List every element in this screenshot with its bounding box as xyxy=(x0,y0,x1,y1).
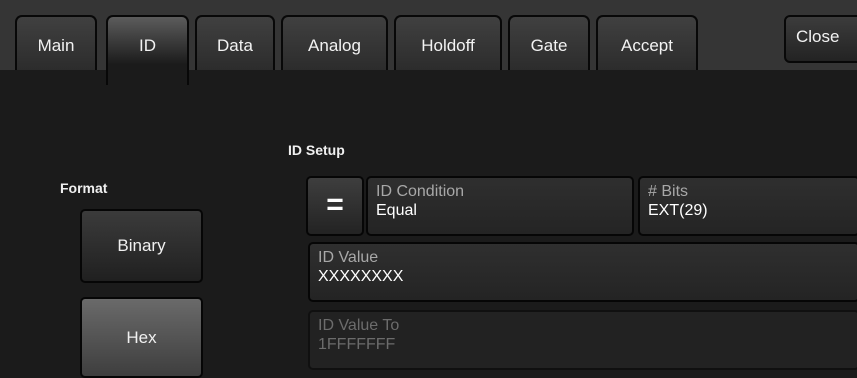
id-condition-field[interactable]: ID Condition Equal xyxy=(366,176,634,236)
id-setup-label: ID Setup xyxy=(288,142,345,158)
bits-value: EXT(29) xyxy=(648,202,708,219)
binary-button[interactable]: Binary xyxy=(80,209,203,283)
equals-operator-button[interactable]: = xyxy=(306,176,364,236)
hex-button[interactable]: Hex xyxy=(80,297,203,378)
id-value-to-text: 1FFFFFFF xyxy=(318,336,396,353)
close-button[interactable]: Close xyxy=(784,15,857,63)
id-condition-value: Equal xyxy=(376,202,417,219)
tab-accept[interactable]: Accept xyxy=(596,15,698,73)
id-value-text: XXXXXXXX xyxy=(318,268,404,285)
tab-holdoff[interactable]: Holdoff xyxy=(394,15,502,73)
id-value-to-caption: ID Value To xyxy=(318,317,400,334)
format-label: Format xyxy=(60,180,108,196)
tab-bar: Main ID Data Analog Holdoff Gate Accept … xyxy=(0,0,857,85)
id-value-to-field: ID Value To 1FFFFFFF xyxy=(308,310,857,370)
tab-id[interactable]: ID xyxy=(106,15,189,85)
id-value-caption: ID Value xyxy=(318,249,379,266)
tab-data[interactable]: Data xyxy=(195,15,275,73)
bits-caption: # Bits xyxy=(648,183,689,200)
tab-gate[interactable]: Gate xyxy=(508,15,590,73)
tab-analog[interactable]: Analog xyxy=(281,15,388,73)
tab-main[interactable]: Main xyxy=(15,15,97,73)
id-condition-caption: ID Condition xyxy=(376,183,465,200)
id-value-field[interactable]: ID Value XXXXXXXX xyxy=(308,242,857,302)
bits-field[interactable]: # Bits EXT(29) xyxy=(638,176,857,236)
